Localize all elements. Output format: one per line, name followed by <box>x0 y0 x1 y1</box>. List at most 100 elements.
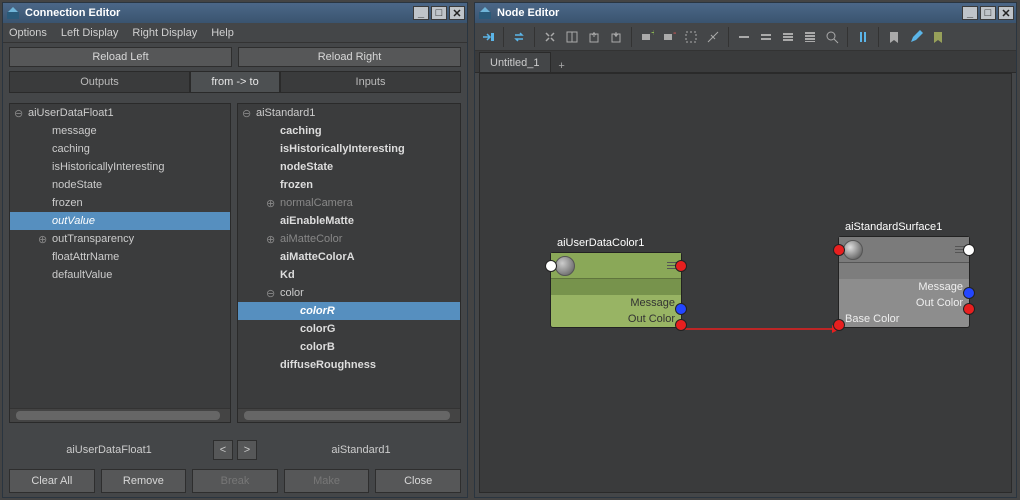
reload-right-button[interactable]: Reload Right <box>238 47 461 67</box>
right-item[interactable]: colorB <box>238 338 460 356</box>
left-item[interactable]: isHistoricallyInteresting <box>10 158 230 176</box>
bookmark2-icon[interactable] <box>931 30 945 44</box>
snap-icon[interactable] <box>856 30 870 44</box>
maximize-button[interactable]: □ <box>431 6 447 20</box>
edit-icon[interactable] <box>909 30 923 44</box>
attr-outcolor[interactable]: Out Color <box>551 311 681 327</box>
right-item[interactable]: frozen <box>238 176 460 194</box>
mode1-icon[interactable] <box>737 30 751 44</box>
swatch-icon <box>843 240 863 260</box>
left-item[interactable]: message <box>10 122 230 140</box>
right-hscroll[interactable] <box>238 408 460 422</box>
right-item[interactable]: ⊖color <box>238 284 460 302</box>
right-item[interactable]: nodeState <box>238 158 460 176</box>
left-item[interactable]: frozen <box>10 194 230 212</box>
mode4-icon[interactable] <box>803 30 817 44</box>
left-item[interactable]: floatAttrName <box>10 248 230 266</box>
strip <box>839 263 969 279</box>
remove-button[interactable]: Remove <box>101 469 187 493</box>
left-item[interactable]: caching <box>10 140 230 158</box>
mode2-icon[interactable] <box>759 30 773 44</box>
node-head[interactable] <box>551 253 681 279</box>
strip <box>551 279 681 295</box>
input-port[interactable] <box>545 260 557 272</box>
break-icon[interactable] <box>706 30 720 44</box>
left-item[interactable]: outValue <box>10 212 230 230</box>
remove-node-icon[interactable]: - <box>662 30 676 44</box>
connection-editor-window: Connection Editor _ □ ✕ Options Left Dis… <box>2 2 468 498</box>
port-message[interactable] <box>963 287 975 299</box>
expand-icon[interactable] <box>543 30 557 44</box>
left-root[interactable]: ⊖aiUserDataFloat1 <box>10 104 230 122</box>
toggle-input-icon[interactable] <box>481 30 495 44</box>
footer-buttons: Clear All Remove Break Make Close <box>9 469 461 493</box>
right-item[interactable]: aiEnableMatte <box>238 212 460 230</box>
inputs-header[interactable]: Inputs <box>280 71 461 93</box>
import-icon[interactable] <box>609 30 623 44</box>
export-icon[interactable] <box>587 30 601 44</box>
node-aiuserdatacolor1[interactable]: aiUserDataColor1 Message Out Color <box>550 252 682 328</box>
right-item[interactable]: Kd <box>238 266 460 284</box>
left-item[interactable]: defaultValue <box>10 266 230 284</box>
right-item[interactable]: caching <box>238 122 460 140</box>
svg-text:+: + <box>651 30 654 39</box>
node-head[interactable] <box>839 237 969 263</box>
make-button[interactable]: Make <box>284 469 370 493</box>
fromto-header[interactable]: from -> to <box>190 71 280 93</box>
left-hscroll[interactable] <box>10 408 230 422</box>
output-port[interactable] <box>675 260 687 272</box>
right-root[interactable]: ⊖aiStandard1 <box>238 104 460 122</box>
node-canvas[interactable]: aiUserDataColor1 Message Out Color aiSta… <box>479 73 1012 493</box>
ne-title: Node Editor <box>497 7 559 19</box>
menu-help[interactable]: Help <box>211 27 234 39</box>
port-basecolor[interactable] <box>833 319 845 331</box>
close-button-footer[interactable]: Close <box>375 469 461 493</box>
mode3-icon[interactable] <box>781 30 795 44</box>
outputs-header[interactable]: Outputs <box>9 71 190 93</box>
right-item[interactable]: ⊕aiMatteColor <box>238 230 460 248</box>
left-item[interactable]: nodeState <box>10 176 230 194</box>
next-button[interactable]: > <box>237 440 257 460</box>
maximize-button[interactable]: □ <box>980 6 996 20</box>
right-item[interactable]: aiMatteColorA <box>238 248 460 266</box>
attr-message[interactable]: Message <box>551 295 681 311</box>
right-item[interactable]: ⊕normalCamera <box>238 194 460 212</box>
reload-left-button[interactable]: Reload Left <box>9 47 232 67</box>
attr-message[interactable]: Message <box>839 279 969 295</box>
node-aistandardsurface1[interactable]: aiStandardSurface1 Message Out Color Bas… <box>838 236 970 328</box>
prev-button[interactable]: < <box>213 440 233 460</box>
input-port[interactable] <box>833 244 845 256</box>
ne-titlebar[interactable]: Node Editor _ □ ✕ <box>475 3 1016 23</box>
clear-all-button[interactable]: Clear All <box>9 469 95 493</box>
close-button[interactable]: ✕ <box>998 6 1014 20</box>
attr-outcolor[interactable]: Out Color <box>839 295 969 311</box>
add-tab-button[interactable]: + <box>553 60 571 72</box>
left-attr-list[interactable]: ⊖aiUserDataFloat1 messagecachingisHistor… <box>9 103 231 423</box>
add-node-icon[interactable]: + <box>640 30 654 44</box>
output-port[interactable] <box>963 244 975 256</box>
port-outcolor[interactable] <box>963 303 975 315</box>
left-item[interactable]: ⊕outTransparency <box>10 230 230 248</box>
bookmark-icon[interactable] <box>887 30 901 44</box>
right-item[interactable]: colorG <box>238 320 460 338</box>
attr-basecolor[interactable]: Base Color <box>839 311 969 327</box>
layout-icon[interactable] <box>565 30 579 44</box>
right-item[interactable]: colorR <box>238 302 460 320</box>
right-attr-list[interactable]: ⊖aiStandard1 cachingisHistoricallyIntere… <box>237 103 461 423</box>
minimize-button[interactable]: _ <box>962 6 978 20</box>
minimize-button[interactable]: _ <box>413 6 429 20</box>
right-item[interactable]: diffuseRoughness <box>238 356 460 374</box>
menu-right-display[interactable]: Right Display <box>132 27 197 39</box>
zoom-icon[interactable] <box>825 30 839 44</box>
menu-options[interactable]: Options <box>9 27 47 39</box>
port-outcolor[interactable] <box>675 319 687 331</box>
break-button[interactable]: Break <box>192 469 278 493</box>
conn-titlebar[interactable]: Connection Editor _ □ ✕ <box>3 3 467 23</box>
right-item[interactable]: isHistoricallyInteresting <box>238 140 460 158</box>
port-message[interactable] <box>675 303 687 315</box>
sync-icon[interactable] <box>512 30 526 44</box>
tab-untitled[interactable]: Untitled_1 <box>479 52 551 72</box>
menu-left-display[interactable]: Left Display <box>61 27 118 39</box>
select-icon[interactable] <box>684 30 698 44</box>
close-button[interactable]: ✕ <box>449 6 465 20</box>
